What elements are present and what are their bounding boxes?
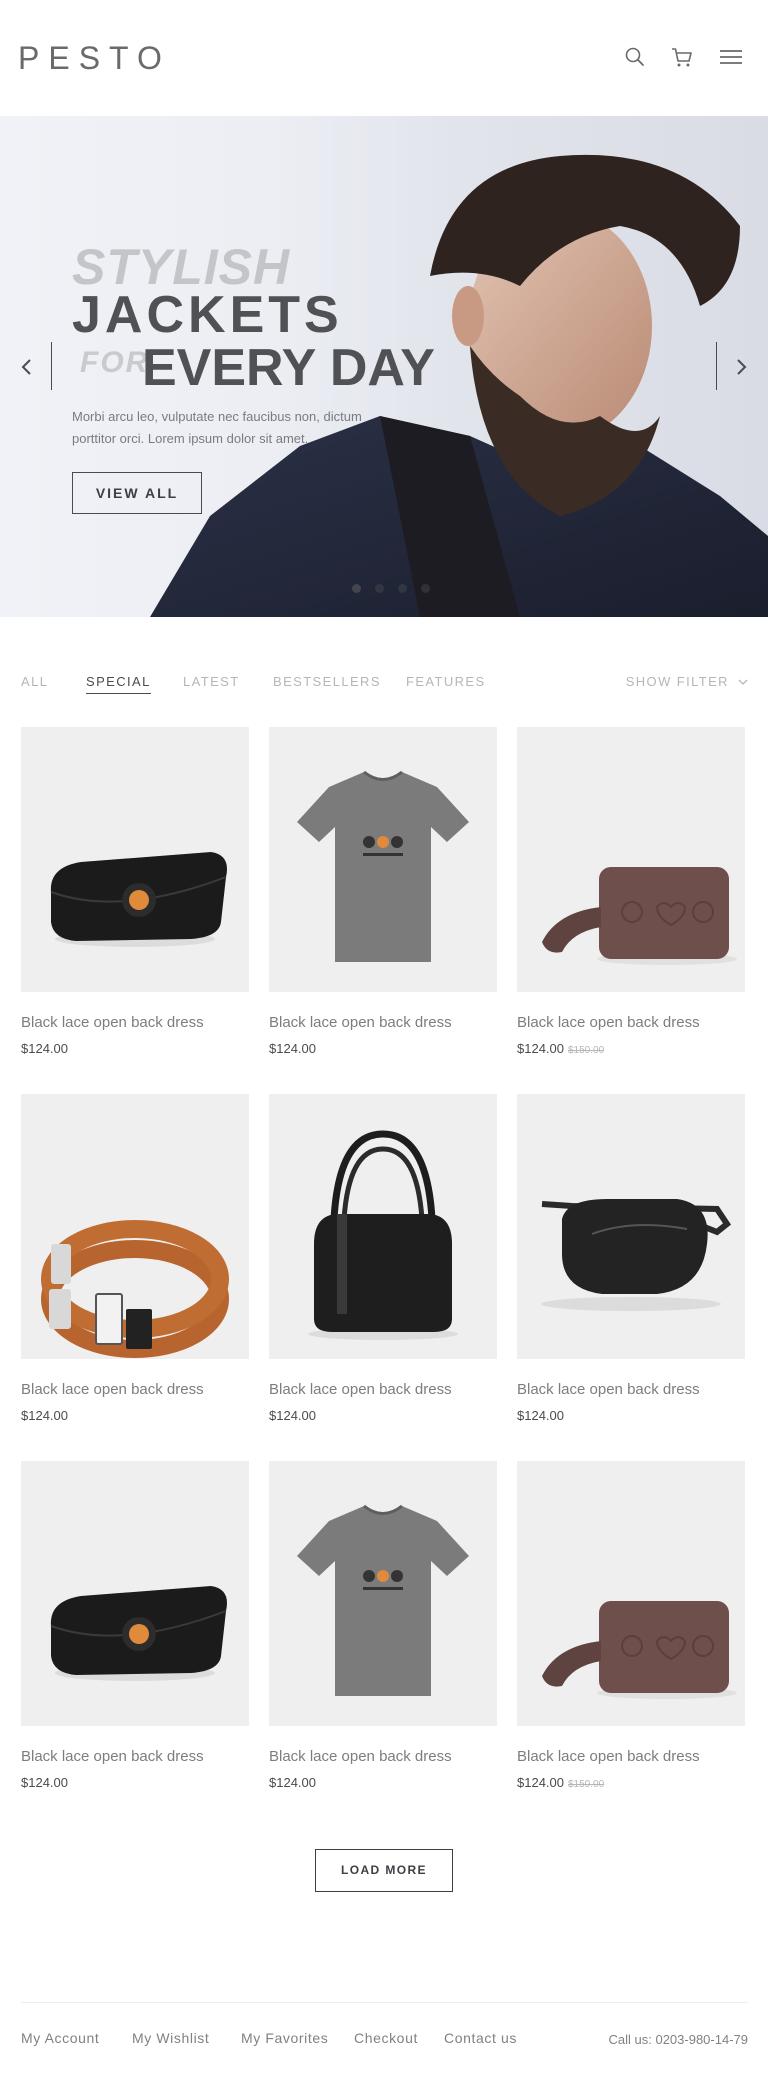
product-card[interactable]: Black lace open back dress $124.00 (517, 1094, 745, 1423)
load-more-button[interactable]: LOAD MORE (315, 1849, 453, 1892)
hero-line-every-day: FOR EVERY DAY (72, 339, 435, 397)
product-title[interactable]: Black lace open back dress (21, 1381, 249, 1399)
hero-line-jackets: JACKETS (72, 286, 343, 344)
product-card[interactable]: Black lace open back dress $124.00 (21, 727, 249, 1056)
footer-link-my-account[interactable]: My Account (21, 2030, 99, 2046)
product-price-row: $124.00 (269, 1041, 497, 1056)
prev-divider (51, 342, 52, 390)
chevron-right-icon (737, 359, 747, 375)
prev-slide-button[interactable] (8, 342, 48, 392)
product-price: $124.00 (517, 1408, 564, 1423)
slider-dot[interactable] (375, 584, 384, 593)
product-image-black-handbag[interactable] (269, 1094, 497, 1359)
next-divider (716, 342, 717, 390)
product-title[interactable]: Black lace open back dress (21, 1748, 249, 1766)
product-price: $124.00 (21, 1408, 68, 1423)
cart-icon[interactable] (669, 44, 695, 70)
chevron-left-icon (21, 359, 31, 375)
slider-dot[interactable] (421, 584, 430, 593)
product-image-grey-tshirt[interactable] (269, 727, 497, 992)
hero-text: STYLISH JACKETS FOR EVERY DAY Morbi arcu… (72, 239, 435, 514)
category-tabs: ALL SPECIAL LATEST BESTSELLERS FEATURES … (21, 674, 748, 700)
search-icon[interactable] (622, 44, 648, 70)
footer-link-contact-us[interactable]: Contact us (444, 2030, 517, 2046)
show-filter-button[interactable]: SHOW FILTER (626, 674, 748, 689)
product-price-row: $124.00 $150.00 (517, 1041, 745, 1056)
product-price-row: $124.00 (517, 1408, 745, 1423)
tab-latest[interactable]: LATEST (183, 674, 240, 689)
product-card[interactable]: Black lace open back dress $124.00 (269, 727, 497, 1056)
hero-line-for: FOR (80, 346, 150, 379)
product-old-price: $150.00 (568, 1779, 605, 1790)
product-price-row: $124.00 (269, 1408, 497, 1423)
tab-features[interactable]: FEATURES (406, 674, 486, 689)
product-price-row: $124.00 (21, 1408, 249, 1423)
product-price-row: $124.00 (21, 1041, 249, 1056)
product-price: $124.00 (517, 1775, 564, 1790)
next-slide-button[interactable] (720, 342, 760, 392)
product-card[interactable]: Black lace open back dress $124.00 $150.00 (517, 727, 745, 1056)
footer-phone: Call us: 0203-980-14-79 (608, 2032, 748, 2047)
product-image-black-waist-bag[interactable] (517, 1094, 745, 1359)
slider-dots (352, 584, 430, 593)
view-all-button[interactable]: VIEW ALL (72, 472, 202, 514)
product-image-grey-tshirt[interactable] (269, 1461, 497, 1726)
hero-line-everyday: EVERY DAY (142, 339, 435, 397)
product-title[interactable]: Black lace open back dress (517, 1748, 745, 1766)
logo[interactable]: PESTO (18, 40, 171, 77)
product-title[interactable]: Black lace open back dress (517, 1014, 745, 1032)
product-image-brown-leather-belt[interactable] (21, 1094, 249, 1359)
product-card[interactable]: Black lace open back dress $124.00 (21, 1094, 249, 1423)
product-price: $124.00 (517, 1041, 564, 1056)
product-title[interactable]: Black lace open back dress (269, 1748, 497, 1766)
product-price: $124.00 (21, 1041, 68, 1056)
slider-dot[interactable] (398, 584, 407, 593)
product-price-row: $124.00 (21, 1775, 249, 1790)
menu-icon[interactable] (718, 44, 744, 70)
product-card[interactable]: Black lace open back dress $124.00 (21, 1461, 249, 1790)
product-image-brown-luggage-tag[interactable] (517, 1461, 745, 1726)
show-filter-label: SHOW FILTER (625, 674, 729, 689)
site-header: PESTO (0, 0, 768, 116)
slider-dot[interactable] (352, 584, 361, 593)
product-image-brown-luggage-tag[interactable] (517, 727, 745, 992)
chevron-down-icon (738, 679, 748, 685)
product-card[interactable]: Black lace open back dress $124.00 (269, 1461, 497, 1790)
product-price-row: $124.00 $150.00 (517, 1775, 745, 1790)
footer-link-my-wishlist[interactable]: My Wishlist (132, 2030, 209, 2046)
product-card[interactable]: Black lace open back dress $124.00 $150.00 (517, 1461, 745, 1790)
product-price: $124.00 (269, 1041, 316, 1056)
product-title[interactable]: Black lace open back dress (269, 1014, 497, 1032)
tab-bestsellers[interactable]: BESTSELLERS (273, 674, 381, 689)
footer: My Account My Wishlist My Favorites Chec… (21, 2030, 748, 2050)
hero-description: Morbi arcu leo, vulputate nec faucibus n… (72, 409, 362, 446)
footer-divider (21, 2002, 748, 2003)
product-price: $124.00 (269, 1408, 316, 1423)
product-title[interactable]: Black lace open back dress (21, 1014, 249, 1032)
product-price: $124.00 (269, 1775, 316, 1790)
tab-special[interactable]: SPECIAL (86, 674, 151, 694)
product-title[interactable]: Black lace open back dress (269, 1381, 497, 1399)
product-image-black-clutch[interactable] (21, 1461, 249, 1726)
product-title[interactable]: Black lace open back dress (517, 1381, 745, 1399)
product-price-row: $124.00 (269, 1775, 497, 1790)
hero-slider: STYLISH JACKETS FOR EVERY DAY Morbi arcu… (0, 116, 768, 617)
product-card[interactable]: Black lace open back dress $124.00 (269, 1094, 497, 1423)
footer-link-checkout[interactable]: Checkout (354, 2030, 418, 2046)
hero-line-stylish: STYLISH (72, 239, 291, 295)
footer-link-my-favorites[interactable]: My Favorites (241, 2030, 328, 2046)
product-old-price: $150.00 (568, 1045, 605, 1056)
tab-all[interactable]: ALL (21, 674, 48, 689)
product-image-black-clutch[interactable] (21, 727, 249, 992)
product-price: $124.00 (21, 1775, 68, 1790)
